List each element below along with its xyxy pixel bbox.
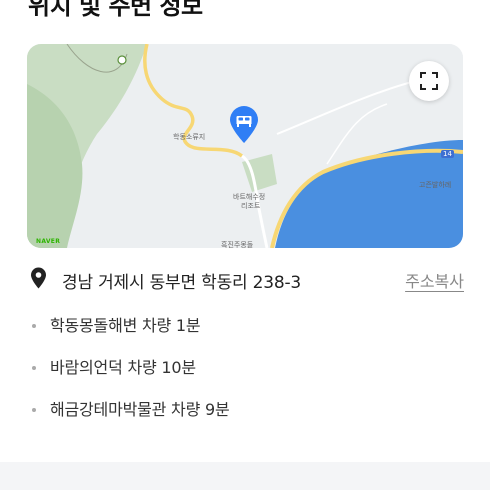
map-road-number: 14 <box>441 150 454 158</box>
list-item: 바람의언덕 차량 10분 <box>30 354 460 396</box>
bullet-icon <box>32 408 36 412</box>
bullet-icon <box>32 324 36 328</box>
map-card[interactable]: 학동소류지 바트해수정 리조트 흑진주몽돌 고즌발하례 14 NAVER <box>27 44 463 248</box>
bullet-icon <box>32 366 36 370</box>
naver-logo: NAVER <box>36 238 61 245</box>
map-background[interactable] <box>27 44 463 248</box>
map-label-rest-area: 학동소류지 <box>173 133 206 141</box>
expand-map-button[interactable] <box>409 61 449 101</box>
copy-address-button[interactable]: 주소복사 <box>405 268 464 292</box>
location-pin-icon <box>31 267 46 289</box>
map-label-resort-line2: 리조트 <box>241 202 261 210</box>
nearby-item-text: 바람의언덕 차량 10분 <box>50 358 196 377</box>
section-title: 위치 및 주변 정보 <box>28 0 203 20</box>
nearby-item-text: 학동몽돌해변 차량 1분 <box>50 316 201 335</box>
section-divider <box>0 462 490 490</box>
address-text: 경남 거제시 동부면 학동리 238-3 <box>62 273 302 293</box>
address-row: 경남 거제시 동부면 학동리 238-3 주소복사 <box>30 266 464 294</box>
map-label-east: 고즌발하례 <box>419 181 452 189</box>
nearby-item-text: 해금강테마박물관 차량 9분 <box>50 400 230 419</box>
list-item: 학동몽돌해변 차량 1분 <box>30 312 460 354</box>
list-item: 해금강테마박물관 차량 9분 <box>30 396 460 438</box>
map-label-south: 흑진주몽돌 <box>221 241 254 248</box>
map-pin-bed-icon[interactable] <box>228 106 260 144</box>
expand-icon <box>420 72 438 90</box>
nearby-list: 학동몽돌해변 차량 1분 바람의언덕 차량 10분 해금강테마박물관 차량 9분 <box>30 312 460 438</box>
